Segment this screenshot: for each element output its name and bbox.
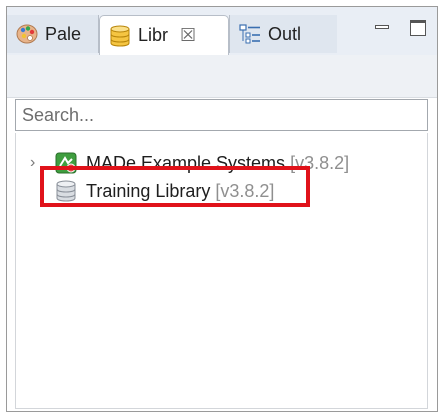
maximize-button[interactable] [409, 19, 427, 37]
view-window-controls [373, 19, 427, 37]
library-database-icon [108, 24, 132, 48]
tree-item-made-example-systems[interactable]: › MADe Example Systems [v3.8.2] [30, 149, 349, 177]
library-view-panel: Pale Libr ☒ Outl Search... › MADe Exampl… [6, 6, 438, 412]
outline-icon [238, 22, 262, 46]
palette-icon [15, 22, 39, 46]
search-input[interactable] [15, 99, 428, 131]
tab-palette-label: Pale [45, 23, 82, 44]
tab-outline[interactable]: Outl [229, 15, 337, 53]
minimize-button[interactable] [373, 19, 391, 37]
tree-item-version: [v3.8.2] [290, 152, 350, 173]
minimize-icon [375, 25, 389, 29]
tree-item-label: MADe Example Systems [86, 152, 286, 173]
tree-item-label: Training Library [86, 180, 211, 201]
maximize-icon [410, 20, 426, 36]
tab-outline-label: Outl [268, 23, 302, 44]
tab-palette[interactable]: Pale [7, 15, 99, 53]
tree-item-training-library[interactable]: Training Library [v3.8.2] [54, 177, 274, 205]
close-tab-icon[interactable]: ☒ [180, 25, 196, 46]
tree-item-version: [v3.8.2] [215, 180, 275, 201]
tab-library[interactable]: Libr ☒ [99, 15, 229, 55]
view-tab-bar: Pale Libr ☒ Outl [7, 7, 437, 56]
view-toolbar [7, 55, 437, 98]
example-systems-icon [54, 151, 78, 175]
tab-library-label: Libr [138, 25, 169, 45]
database-icon [54, 179, 78, 203]
library-tree: › MADe Example Systems [v3.8.2] Training… [15, 133, 428, 409]
chevron-right-icon[interactable]: › [30, 154, 46, 172]
